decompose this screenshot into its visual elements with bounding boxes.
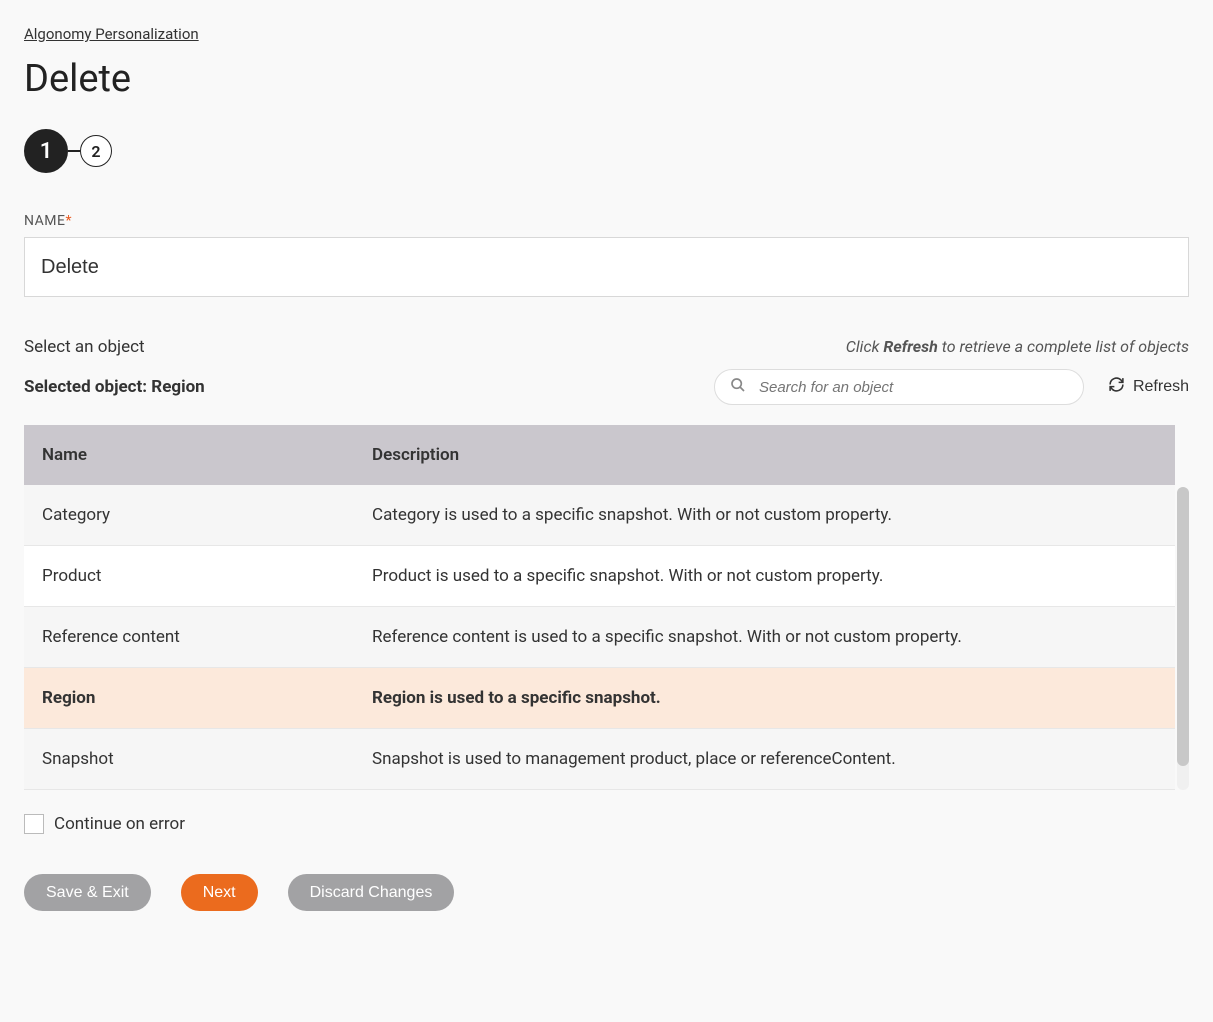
header-name[interactable]: Name [24, 425, 354, 485]
table-row[interactable]: Reference contentReference content is us… [24, 607, 1175, 668]
save-exit-button[interactable]: Save & Exit [24, 874, 151, 911]
object-table-container: Name Description CategoryCategory is use… [24, 425, 1189, 790]
cell-description: Category is used to a specific snapshot.… [354, 485, 1175, 546]
next-button[interactable]: Next [181, 874, 258, 911]
scrollbar[interactable] [1177, 487, 1189, 790]
discard-changes-button[interactable]: Discard Changes [288, 874, 455, 911]
table-row[interactable]: RegionRegion is used to a specific snaps… [24, 668, 1175, 729]
table-header-row: Name Description [24, 425, 1175, 485]
cell-name: Reference content [24, 607, 354, 668]
cell-name: Snapshot [24, 729, 354, 790]
cell-description: Snapshot is used to management product, … [354, 729, 1175, 790]
search-icon [730, 377, 746, 397]
scrollbar-thumb[interactable] [1177, 487, 1189, 766]
search-input[interactable] [714, 369, 1084, 405]
cell-description: Product is used to a specific snapshot. … [354, 546, 1175, 607]
table-row[interactable]: CategoryCategory is used to a specific s… [24, 485, 1175, 546]
stepper: 1 2 [24, 129, 1189, 173]
cell-description: Region is used to a specific snapshot. [354, 668, 1175, 729]
table-row[interactable]: SnapshotSnapshot is used to management p… [24, 729, 1175, 790]
step-connector [68, 150, 80, 152]
refresh-button[interactable]: Refresh [1108, 376, 1189, 398]
continue-on-error-checkbox[interactable] [24, 814, 44, 834]
select-object-label: Select an object [24, 337, 145, 357]
refresh-icon [1108, 376, 1125, 398]
page-title: Delete [24, 57, 1189, 101]
cell-description: Reference content is used to a specific … [354, 607, 1175, 668]
name-field-label: NAME* [24, 213, 1189, 229]
step-1[interactable]: 1 [24, 129, 68, 173]
breadcrumb[interactable]: Algonomy Personalization [24, 25, 199, 43]
required-indicator: * [65, 213, 72, 229]
refresh-hint: Click Refresh to retrieve a complete lis… [846, 337, 1189, 356]
name-input[interactable] [24, 237, 1189, 297]
cell-name: Product [24, 546, 354, 607]
selected-object-label: Selected object: Region [24, 377, 205, 397]
refresh-label: Refresh [1133, 378, 1189, 396]
object-table: Name Description CategoryCategory is use… [24, 425, 1175, 790]
cell-name: Region [24, 668, 354, 729]
header-description[interactable]: Description [354, 425, 1175, 485]
cell-name: Category [24, 485, 354, 546]
step-2[interactable]: 2 [80, 135, 112, 167]
continue-on-error-label: Continue on error [54, 814, 185, 834]
table-row[interactable]: ProductProduct is used to a specific sna… [24, 546, 1175, 607]
